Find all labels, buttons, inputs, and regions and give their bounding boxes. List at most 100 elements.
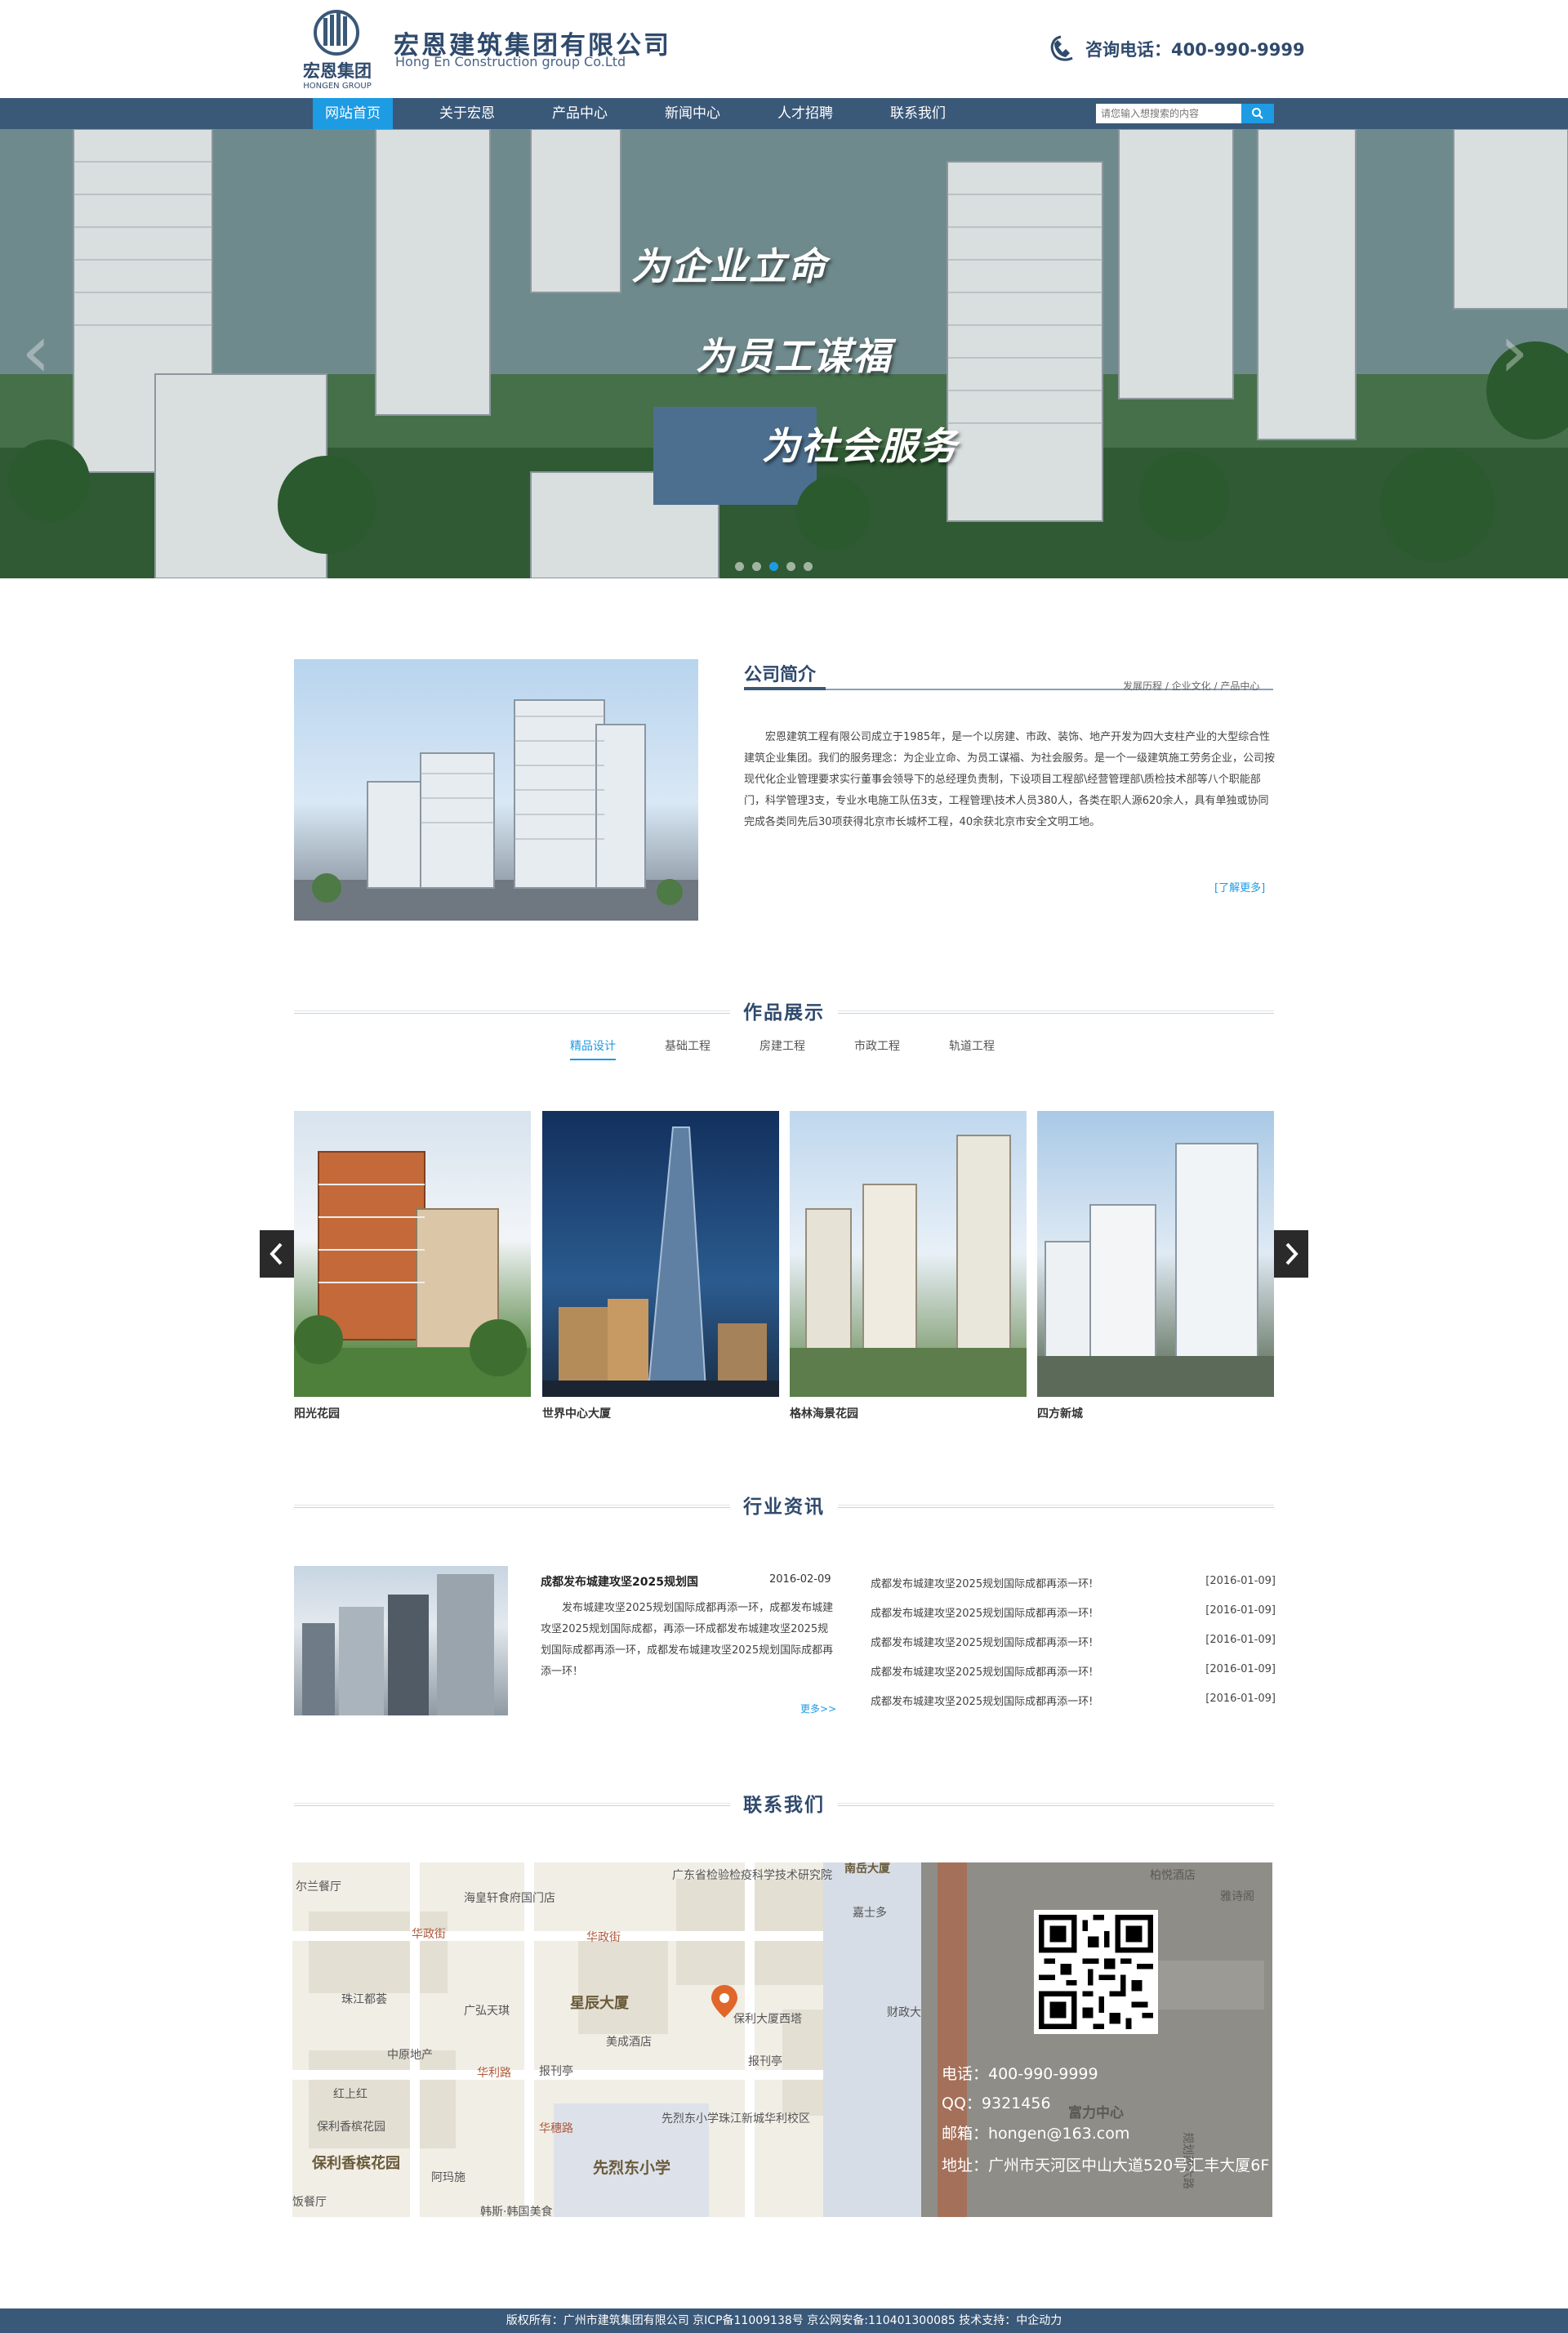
chevron-left-icon — [270, 1242, 283, 1265]
news-item-title[interactable]: 成都发布城建攻坚2025规划国际成都再添一环! — [871, 1604, 1093, 1620]
work-card[interactable]: 阳光花园 — [294, 1111, 531, 1421]
map-label: 嘉士多 — [853, 1906, 887, 1920]
nav-item-news[interactable]: 新闻中心 — [653, 98, 733, 129]
hotline: 咨询电话：400-990-9999 — [1048, 33, 1305, 65]
banner-dot-5[interactable] — [804, 562, 813, 571]
news-item-title[interactable]: 成都发布城建攻坚2025规划国际成都再添一环! — [871, 1634, 1093, 1649]
work-image[interactable] — [790, 1111, 1027, 1397]
chevron-right-icon — [1285, 1242, 1298, 1265]
tab-featured-design[interactable]: 精品设计 — [570, 1037, 616, 1060]
news-title: 行业资讯 — [730, 1491, 838, 1519]
nav-item-contact[interactable]: 联系我们 — [878, 98, 958, 129]
nav-item-careers[interactable]: 人才招聘 — [765, 98, 845, 129]
news-more-link[interactable]: 更多>> — [800, 1702, 836, 1715]
nav-item-home[interactable]: 网站首页 — [313, 98, 393, 129]
main-nav: 网站首页 关于宏恩 产品中心 新闻中心 人才招聘 联系我们 — [0, 98, 1568, 129]
map-label: 星辰大厦 — [570, 1994, 630, 2012]
map-label: 华政街 — [412, 1928, 446, 1941]
news-featured-headline[interactable]: 成都发布城建攻坚2025规划国 — [541, 1573, 698, 1590]
news-item-title[interactable]: 成都发布城建攻坚2025规划国际成都再添一环! — [871, 1575, 1093, 1590]
news-item-date: [2016-01-09] — [1205, 1604, 1276, 1617]
work-card[interactable]: 四方新城 — [1037, 1111, 1274, 1421]
logo-text-cn: 宏恩集团 — [303, 61, 372, 81]
tab-foundation[interactable]: 基础工程 — [665, 1037, 710, 1059]
about-description: 宏恩建筑工程有限公司成立于1985年，是一个以房建、市政、装饰、地产开发为四大支… — [744, 731, 1276, 828]
map-label: 报刊亭 — [539, 2064, 573, 2078]
work-caption[interactable]: 四方新城 — [1037, 1405, 1274, 1421]
work-caption[interactable]: 世界中心大厦 — [542, 1405, 779, 1421]
work-image[interactable] — [542, 1111, 779, 1397]
map-label: 报刊亭 — [748, 2054, 782, 2068]
nav-item-about[interactable]: 关于宏恩 — [427, 98, 507, 129]
news-list-item[interactable]: 成都发布城建攻坚2025规划国际成都再添一环! [2016-01-09] — [871, 1634, 1276, 1650]
hero-banner: 为企业立命 为员工谋福 为社会服务 ‹ › — [0, 129, 1568, 578]
site-footer: 版权所有：广州市建筑集团有限公司 京ICP备11009138号 京公网安备:11… — [0, 2308, 1568, 2333]
tab-housing[interactable]: 房建工程 — [760, 1037, 805, 1059]
map-label: 红上红 — [333, 2088, 368, 2101]
map-label: 华利路 — [477, 2067, 511, 2080]
map-label: 富力中心 — [1068, 2104, 1124, 2121]
news-item-date: [2016-01-09] — [1205, 1693, 1276, 1705]
map-label: 中原地产 — [387, 2049, 433, 2062]
news-item-date: [2016-01-09] — [1205, 1663, 1276, 1675]
map-label: 珠江都荟 — [341, 1992, 387, 2006]
banner-dot-4[interactable] — [786, 562, 795, 571]
works-next-button[interactable] — [1274, 1230, 1308, 1278]
banner-next-arrow[interactable]: › — [1499, 309, 1529, 395]
works-tabs: 精品设计 基础工程 房建工程 市政工程 轨道工程 — [294, 1037, 1274, 1062]
location-map[interactable]: 尔兰餐厅 海皇轩食府国门店 广东省检验检疫科学技术研究院 南岳大厦 嘉士多 华政… — [292, 1862, 921, 2217]
map-label: 韩斯·韩国美食 — [480, 2205, 552, 2217]
contact-address: 地址：广州市天河区中山大道520号汇丰大厦6F — [942, 2157, 1270, 2175]
search-button[interactable] — [1241, 104, 1274, 123]
banner-dot-3[interactable] — [769, 562, 778, 571]
contact-title: 联系我们 — [730, 1789, 838, 1817]
work-image[interactable] — [1037, 1111, 1274, 1397]
news-featured-date: 2016-02-09 — [769, 1573, 831, 1586]
banner-slogan-2: 为员工谋福 — [696, 334, 892, 378]
map-label: 华政街 — [586, 1931, 621, 1944]
work-card[interactable]: 世界中心大厦 — [542, 1111, 779, 1421]
work-caption[interactable]: 格林海景花园 — [790, 1405, 1027, 1421]
map-label: 南岳大厦 — [844, 1862, 891, 1876]
nav-item-products[interactable]: 产品中心 — [540, 98, 620, 129]
news-list-item[interactable]: 成都发布城建攻坚2025规划国际成都再添一环! [2016-01-09] — [871, 1604, 1276, 1621]
contact-email[interactable]: 邮箱：hongen@163.com — [942, 2121, 1129, 2143]
tab-municipal[interactable]: 市政工程 — [854, 1037, 900, 1059]
banner-dot-1[interactable] — [735, 562, 744, 571]
hotline-text: 咨询电话：400-990-9999 — [1085, 40, 1305, 60]
about-more-link[interactable]: [了解更多] — [1214, 879, 1265, 894]
company-logo[interactable]: 宏恩集团 HONGEN GROUP — [294, 10, 381, 91]
news-section-heading: 行业资讯 — [294, 1491, 1274, 1523]
search-input[interactable] — [1096, 104, 1241, 123]
map-label: 广东省检验检疫科学技术研究院 — [672, 1869, 832, 1882]
work-caption[interactable]: 阳光花园 — [294, 1405, 531, 1421]
news-item-title[interactable]: 成都发布城建攻坚2025规划国际成都再添一环! — [871, 1663, 1093, 1679]
news-list-item[interactable]: 成都发布城建攻坚2025规划国际成都再添一环! [2016-01-09] — [871, 1693, 1276, 1709]
about-image — [294, 659, 698, 921]
news-item-title[interactable]: 成都发布城建攻坚2025规划国际成都再添一环! — [871, 1693, 1093, 1708]
works-prev-button[interactable] — [260, 1230, 294, 1278]
map-label: 保利香槟花园 — [317, 2121, 385, 2134]
work-card[interactable]: 格林海景花园 — [790, 1111, 1027, 1421]
company-name-en: Hong En Construction group Co.Ltd — [395, 54, 626, 69]
phone-icon — [1048, 33, 1077, 65]
banner-slogan-3: 为社会服务 — [762, 424, 958, 468]
map-label: 阿玛施 — [431, 2171, 466, 2184]
about-quick-links[interactable]: 发展历程 / 企业文化 / 产品中心 — [1123, 679, 1259, 693]
news-list-item[interactable]: 成都发布城建攻坚2025规划国际成都再添一环! [2016-01-09] — [871, 1575, 1276, 1591]
map-label: 保利香槟花园 — [311, 2154, 400, 2172]
news-list-item[interactable]: 成都发布城建攻坚2025规划国际成都再添一环! [2016-01-09] — [871, 1663, 1276, 1679]
banner-prev-arrow[interactable]: ‹ — [21, 309, 51, 395]
site-header: 宏恩集团 HONGEN GROUP 宏恩建筑集团有限公司 Hong En Con… — [0, 0, 1568, 98]
map-label: 保利大厦西塔 — [733, 2013, 802, 2026]
tab-rail[interactable]: 轨道工程 — [949, 1037, 995, 1059]
map-label: 饭餐厅 — [292, 2196, 327, 2209]
about-title: 公司简介 — [744, 665, 817, 685]
banner-slogan-1: 为企业立命 — [631, 244, 827, 288]
news-featured-image[interactable] — [294, 1566, 508, 1715]
map-label: 海皇轩食府国门店 — [464, 1891, 555, 1905]
works-title: 作品展示 — [730, 997, 838, 1024]
work-image[interactable] — [294, 1111, 531, 1397]
map-label: 雅诗阁 — [1220, 1890, 1254, 1903]
banner-dot-2[interactable] — [752, 562, 761, 571]
